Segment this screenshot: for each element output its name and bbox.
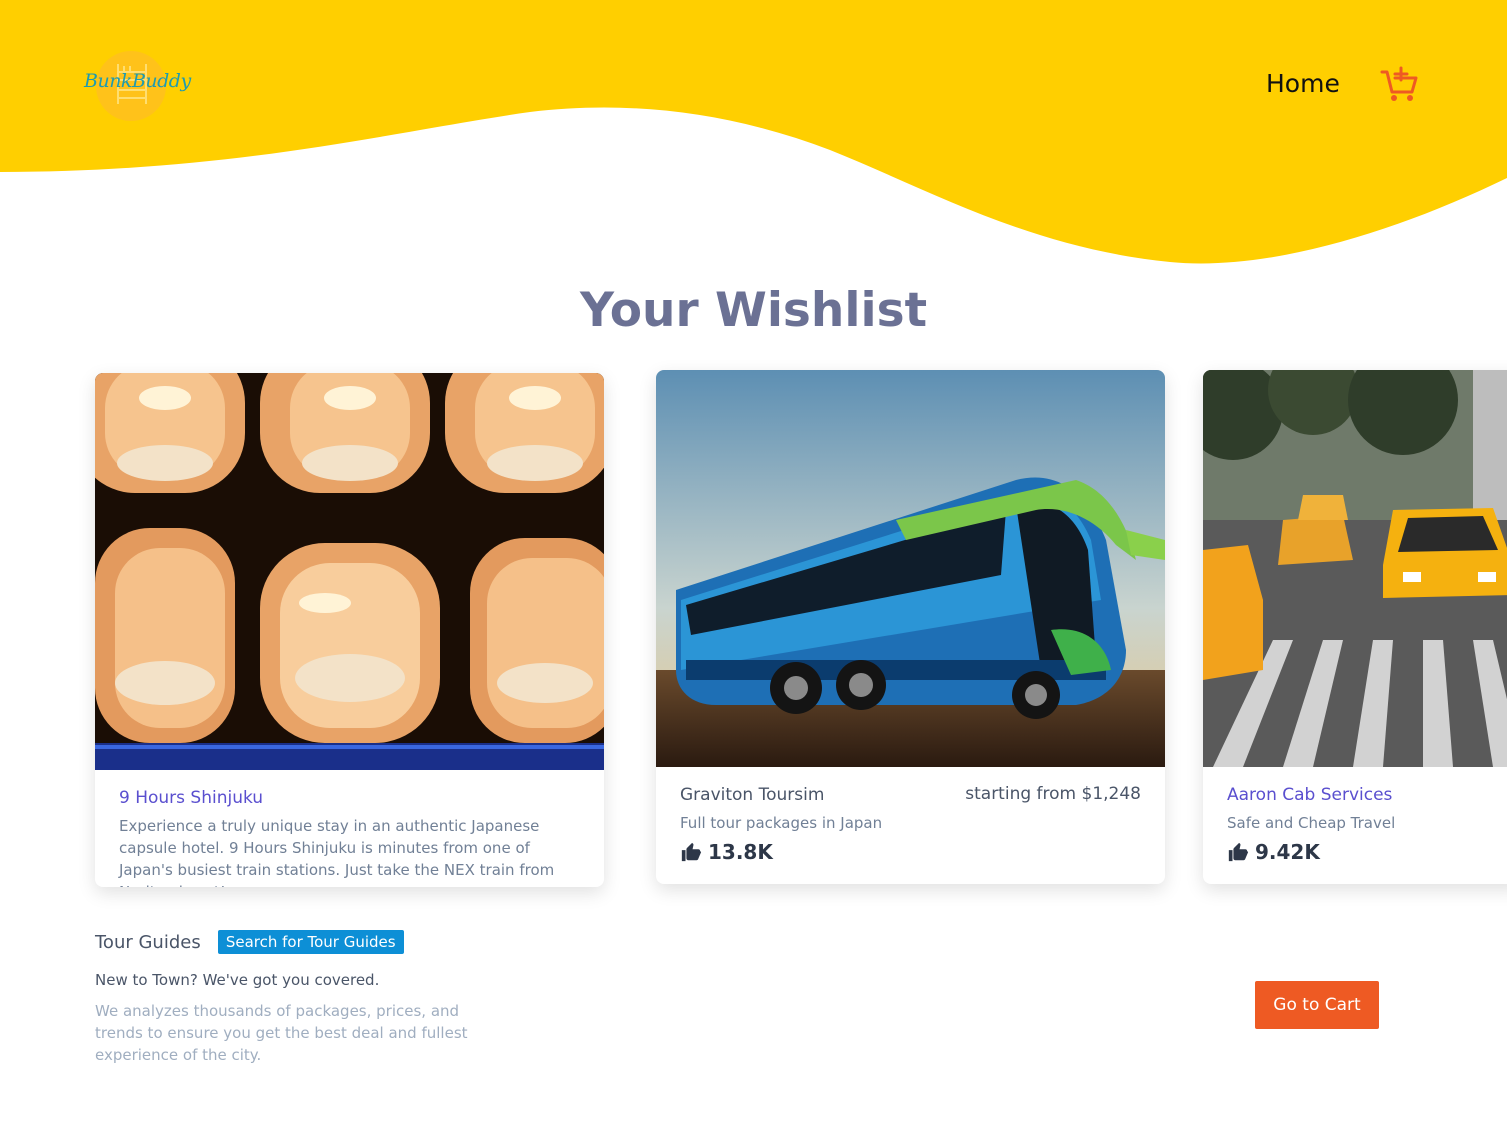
- card-title[interactable]: 9 Hours Shinjuku: [119, 787, 580, 809]
- tour-guides-description: We analyzes thousands of packages, price…: [95, 1002, 468, 1064]
- tour-guides-label: Tour Guides: [95, 931, 201, 953]
- card-title[interactable]: Aaron Cab Services: [1227, 784, 1499, 806]
- tour-guides-subtitle: New to Town? We've got you covered.: [95, 971, 380, 989]
- card-description: Experience a truly unique stay in an aut…: [119, 817, 555, 887]
- logo-text: BunkBuddy: [84, 70, 191, 92]
- bunkbuddy-logo[interactable]: BunkBuddy: [84, 48, 191, 124]
- likes-value: 9.42K: [1255, 840, 1320, 864]
- search-tour-guides-button[interactable]: Search for Tour Guides: [217, 930, 404, 954]
- tour-bus-image: [656, 370, 1165, 767]
- nav-home-link[interactable]: Home: [1266, 68, 1340, 100]
- tour-guides-section: Tour Guides Search for Tour Guides: [95, 930, 404, 954]
- wishlist-card-tour-bus[interactable]: Graviton Toursim Full tour packages in J…: [656, 370, 1165, 884]
- thumbs-up-icon: [681, 842, 702, 862]
- card-description: Safe and Cheap Travel: [1227, 814, 1396, 832]
- card-description: Full tour packages in Japan: [680, 814, 883, 832]
- thumbs-up-icon: [1228, 842, 1249, 862]
- likes-count: 9.42K: [1227, 840, 1499, 864]
- likes-count: 13.8K: [680, 840, 1141, 864]
- likes-value: 13.8K: [708, 840, 773, 864]
- card-price: starting from $1,248: [965, 784, 1141, 804]
- yellow-taxi-image: [1203, 370, 1507, 767]
- page-title: Your Wishlist: [579, 283, 928, 338]
- wishlist-card-taxi[interactable]: Aaron Cab Services Safe and Cheap Travel…: [1203, 370, 1507, 884]
- wishlist-card-capsule-hotel[interactable]: 9 Hours Shinjuku Experience a truly uniq…: [95, 373, 604, 887]
- header-wave-background: [0, 0, 1507, 264]
- go-to-cart-button[interactable]: Go to Cart: [1255, 981, 1379, 1029]
- capsule-hotel-image: [95, 373, 604, 770]
- cart-add-icon[interactable]: [1380, 64, 1420, 104]
